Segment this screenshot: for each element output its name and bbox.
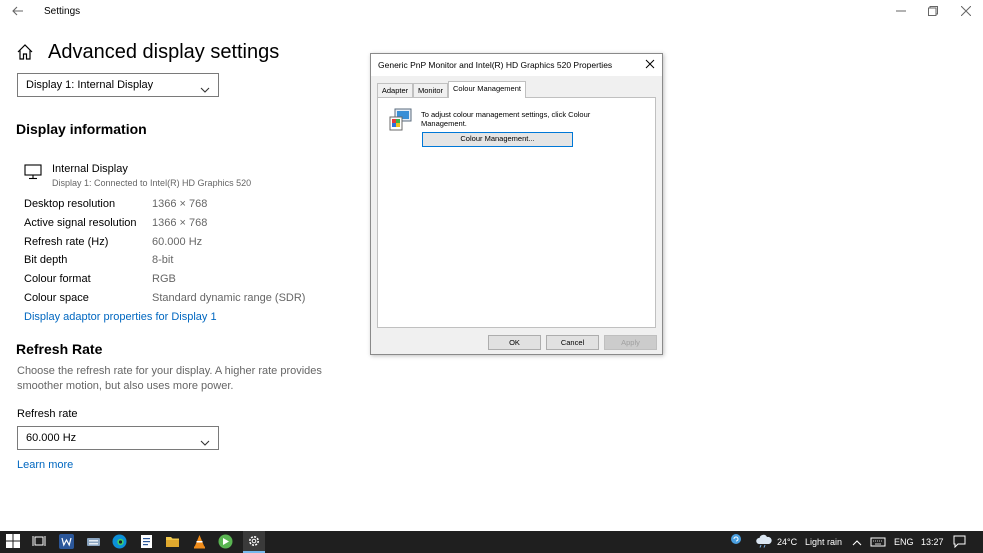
edge-icon[interactable] <box>112 534 128 550</box>
chevron-up-icon[interactable] <box>852 535 868 551</box>
refresh-rate-select[interactable]: 60.000 Hz <box>17 426 219 450</box>
notepad-icon[interactable] <box>139 534 155 550</box>
colour-management-panel: To adjust colour management settings, cl… <box>377 97 656 328</box>
clock[interactable]: 13:27 <box>921 537 944 547</box>
info-label: Desktop resolution <box>24 198 116 210</box>
learn-more-link[interactable]: Learn more <box>17 459 73 471</box>
chevron-down-icon <box>200 81 210 93</box>
vlc-icon[interactable] <box>192 534 208 550</box>
dialog-title: Generic PnP Monitor and Intel(R) HD Grap… <box>378 60 613 70</box>
weather-rain-icon <box>755 534 772 550</box>
info-value: 8-bit <box>152 254 174 266</box>
info-row-bit-depth: Bit depth 8-bit <box>24 254 344 272</box>
keyboard-icon[interactable] <box>86 534 102 550</box>
file-explorer-icon[interactable] <box>165 534 181 550</box>
page-title: Advanced display settings <box>48 41 280 63</box>
task-view-icon[interactable] <box>32 534 48 550</box>
minimize-icon[interactable] <box>884 2 918 22</box>
display-adaptor-properties-link[interactable]: Display adaptor properties for Display 1 <box>24 311 217 323</box>
taskbar: 24°C Light rain ENG 13:27 <box>0 531 983 553</box>
info-row-colour-format: Colour format RGB <box>24 273 344 291</box>
colour-management-instructions: To adjust colour management settings, cl… <box>421 110 591 128</box>
tab-adapter[interactable]: Adapter <box>377 83 413 97</box>
display-information-heading: Display information <box>16 121 147 137</box>
chevron-down-icon <box>200 434 210 446</box>
refresh-rate-description: Choose the refresh rate for your display… <box>17 365 322 392</box>
info-value: RGB <box>152 273 176 285</box>
info-value: 1366 × 768 <box>152 198 208 210</box>
info-label: Colour space <box>24 292 89 304</box>
refresh-rate-label: Refresh rate <box>17 408 78 420</box>
info-value: Standard dynamic range (SDR) <box>152 292 306 304</box>
colour-management-icon <box>389 108 413 132</box>
properties-dialog: Generic PnP Monitor and Intel(R) HD Grap… <box>370 53 663 355</box>
apply-button[interactable]: Apply <box>604 335 657 350</box>
word-icon[interactable] <box>59 534 75 550</box>
maximize-icon[interactable] <box>916 2 950 22</box>
cancel-button[interactable]: Cancel <box>546 335 599 350</box>
colour-management-button[interactable]: Colour Management... <box>422 132 573 147</box>
dialog-title-bar: Generic PnP Monitor and Intel(R) HD Grap… <box>371 54 662 76</box>
monitor-name: Internal Display <box>52 163 128 175</box>
info-label: Active signal resolution <box>24 217 137 229</box>
info-value: 1366 × 768 <box>152 217 208 229</box>
settings-taskbar-button[interactable] <box>243 531 265 553</box>
touch-keyboard-icon[interactable] <box>870 535 886 551</box>
info-row-desktop-resolution: Desktop resolution 1366 × 768 <box>24 198 344 216</box>
home-icon[interactable] <box>16 43 34 61</box>
refresh-rate-value: 60.000 Hz <box>26 432 77 444</box>
info-label: Refresh rate (Hz) <box>24 236 109 248</box>
weather-condition[interactable]: Light rain <box>805 537 842 547</box>
monitor-icon <box>24 164 42 180</box>
display-select-value: Display 1: Internal Display <box>26 79 154 91</box>
tab-monitor[interactable]: Monitor <box>413 83 448 97</box>
display-select[interactable]: Display 1: Internal Display <box>17 73 219 97</box>
info-row-refresh-rate: Refresh rate (Hz) 60.000 Hz <box>24 236 344 254</box>
ok-button[interactable]: OK <box>488 335 541 350</box>
tab-colour-management[interactable]: Colour Management <box>448 81 526 98</box>
info-row-colour-space: Colour space Standard dynamic range (SDR… <box>24 292 344 310</box>
back-arrow-icon[interactable] <box>10 4 26 20</box>
app-title: Settings <box>44 6 81 17</box>
monitor-connection: Display 1: Connected to Intel(R) HD Grap… <box>52 178 252 188</box>
info-value: 60.000 Hz <box>152 236 203 248</box>
language-indicator[interactable]: ENG <box>894 537 914 547</box>
title-bar: Settings <box>0 0 983 24</box>
dialog-close-icon[interactable] <box>642 57 658 73</box>
windows-start-icon[interactable] <box>6 534 22 550</box>
notification-center-icon[interactable] <box>953 535 969 551</box>
close-icon[interactable] <box>949 2 983 22</box>
info-label: Bit depth <box>24 254 68 266</box>
settings-gear-icon <box>247 534 261 553</box>
update-notification-icon[interactable] <box>730 532 746 548</box>
info-label: Colour format <box>24 273 91 285</box>
info-row-active-signal-resolution: Active signal resolution 1366 × 768 <box>24 217 344 235</box>
weather-temperature[interactable]: 24°C <box>777 537 797 547</box>
green-app-icon[interactable] <box>218 534 234 550</box>
refresh-rate-heading: Refresh Rate <box>16 341 103 357</box>
settings-window: Settings Advanced display settings Displ… <box>0 0 983 553</box>
